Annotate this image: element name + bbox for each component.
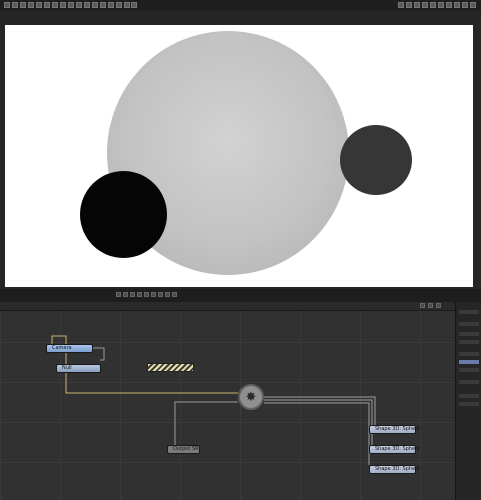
view-icon[interactable] bbox=[406, 2, 412, 8]
inspector-row[interactable] bbox=[459, 310, 479, 314]
viewer-tool-icon[interactable] bbox=[144, 292, 149, 297]
viewer-tool-icon[interactable] bbox=[130, 292, 135, 297]
flow-tool-icon[interactable] bbox=[420, 303, 425, 308]
inspector-swatch[interactable] bbox=[459, 360, 479, 364]
flow-tool-icon[interactable] bbox=[436, 303, 441, 308]
inspector-row[interactable] bbox=[459, 394, 479, 398]
layout-icon[interactable] bbox=[52, 2, 58, 8]
viewer-tool-icon[interactable] bbox=[123, 292, 128, 297]
inspector-panel[interactable] bbox=[455, 302, 481, 500]
layout-icon[interactable] bbox=[44, 2, 50, 8]
viewer-tool-icon[interactable] bbox=[151, 292, 156, 297]
viewer-tool-icon[interactable] bbox=[137, 292, 142, 297]
layout-icon[interactable] bbox=[68, 2, 74, 8]
view-icon[interactable] bbox=[438, 2, 444, 8]
viewer-toolbar bbox=[0, 289, 481, 302]
view-icon[interactable] bbox=[398, 2, 404, 8]
inspector-row[interactable] bbox=[459, 402, 479, 406]
viewer-tool-icon[interactable] bbox=[158, 292, 163, 297]
view-icon[interactable] bbox=[454, 2, 460, 8]
layout-icon[interactable] bbox=[28, 2, 34, 8]
layout-icon[interactable] bbox=[20, 2, 26, 8]
disabled-node[interactable] bbox=[147, 363, 194, 372]
view-icon[interactable] bbox=[446, 2, 452, 8]
layout-icon[interactable] bbox=[131, 2, 137, 8]
inspector-row[interactable] bbox=[459, 340, 479, 344]
layout-icon[interactable] bbox=[108, 2, 114, 8]
shape-3d-node[interactable]: Shape 3D: Sphere bbox=[369, 425, 420, 434]
layout-icon[interactable] bbox=[12, 2, 18, 8]
layout-icon[interactable] bbox=[76, 2, 82, 8]
layout-icon[interactable] bbox=[60, 2, 66, 8]
menu-icon[interactable] bbox=[4, 2, 10, 8]
shape-3d-node[interactable]: Shape 3D: Sphere bbox=[369, 465, 420, 474]
layout-icon[interactable] bbox=[36, 2, 42, 8]
viewer-tool-icon[interactable] bbox=[116, 292, 121, 297]
view-icon[interactable] bbox=[430, 2, 436, 8]
output-node[interactable]: Output SR bbox=[167, 445, 200, 454]
dark-gray-sphere bbox=[340, 125, 412, 195]
layout-icon[interactable] bbox=[124, 2, 130, 8]
viewer-tool-icon[interactable] bbox=[172, 292, 177, 297]
view-icon[interactable] bbox=[422, 2, 428, 8]
null-node[interactable]: Null bbox=[56, 364, 101, 373]
black-sphere bbox=[80, 171, 167, 258]
viewer-panel[interactable] bbox=[0, 11, 481, 299]
layout-icon[interactable] bbox=[116, 2, 122, 8]
viewer-tool-icon[interactable] bbox=[165, 292, 170, 297]
view-icon[interactable] bbox=[462, 2, 468, 8]
view-icon[interactable] bbox=[470, 2, 476, 8]
flow-tool-icon[interactable] bbox=[428, 303, 433, 308]
layout-icon[interactable] bbox=[92, 2, 98, 8]
layout-icon[interactable] bbox=[84, 2, 90, 8]
camera-node[interactable]: Camera bbox=[46, 344, 93, 353]
inspector-row[interactable] bbox=[459, 332, 479, 336]
shape-3d-node[interactable]: Shape 3D: Sphere bbox=[369, 445, 420, 454]
merge-3d-icon[interactable]: ✸ bbox=[238, 384, 264, 410]
inspector-row[interactable] bbox=[459, 352, 479, 356]
flow-toolbar bbox=[0, 302, 455, 311]
view-icon[interactable] bbox=[414, 2, 420, 8]
inspector-row[interactable] bbox=[459, 322, 479, 326]
viewer-canvas[interactable] bbox=[5, 25, 473, 287]
layout-icon[interactable] bbox=[100, 2, 106, 8]
inspector-row[interactable] bbox=[459, 368, 479, 372]
inspector-row[interactable] bbox=[459, 380, 479, 384]
